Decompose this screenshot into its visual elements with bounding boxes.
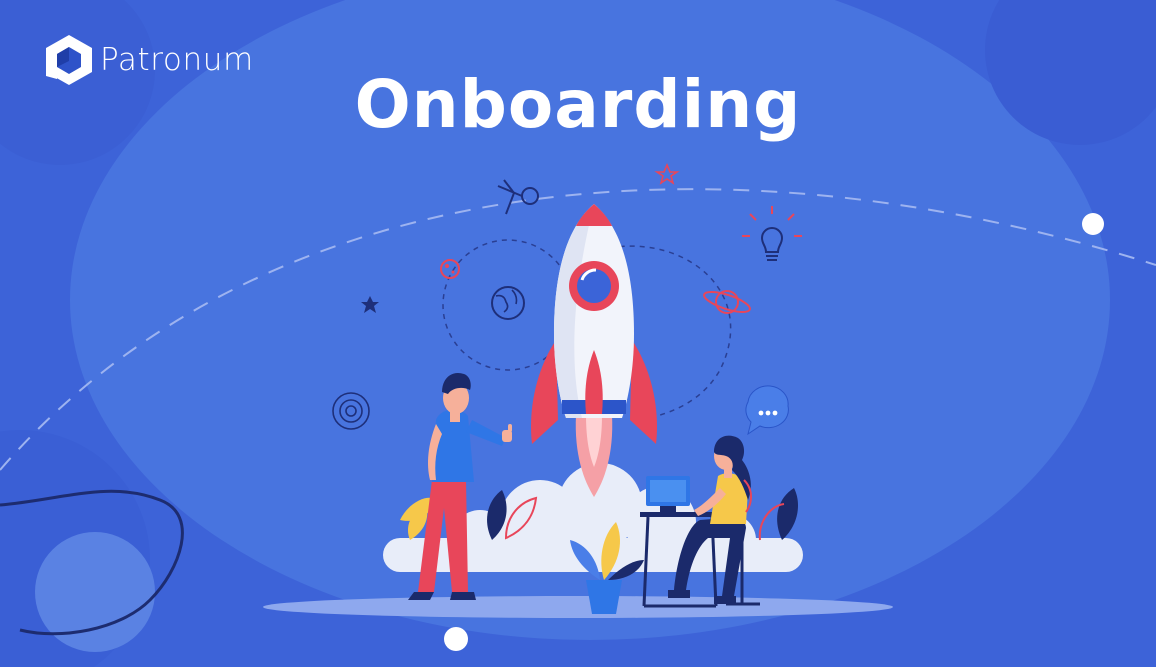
chat-bubble-icon [745,385,789,436]
star-icon [361,296,379,313]
globe-icon [491,286,525,320]
satellite-icon [497,179,539,215]
plant-leaves-right [758,488,798,541]
floor-shadow [263,596,893,618]
star-outline-icon [654,162,680,185]
rocket-launch-illustration [263,162,893,618]
planet-ring-icon [703,290,751,314]
target-rings-icon [332,392,370,430]
lightbulb-icon [742,206,802,261]
onboarding-banner: Patronum Onboarding [0,0,1156,667]
rocket-icon [531,204,657,497]
